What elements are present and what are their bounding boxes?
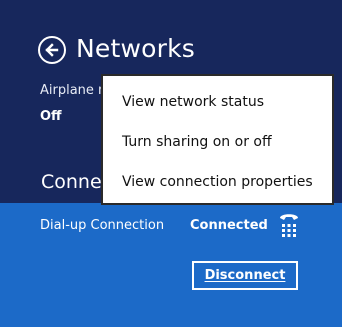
- dialup-connection-item[interactable]: Dial-up Connection Connected Disconnect: [0, 203, 342, 327]
- airplane-mode-toggle-value[interactable]: Off: [40, 108, 62, 126]
- context-menu: View network status Turn sharing on or o…: [101, 74, 334, 205]
- menu-item-view-connection-properties[interactable]: View connection properties: [103, 162, 332, 202]
- phone-icon: [280, 214, 298, 237]
- back-arrow-icon: [45, 43, 59, 57]
- back-button[interactable]: [38, 36, 66, 64]
- disconnect-button[interactable]: Disconnect: [192, 261, 298, 290]
- connection-name: Dial-up Connection: [40, 218, 165, 233]
- connection-status: Connected: [190, 218, 268, 233]
- menu-item-view-network-status[interactable]: View network status: [103, 82, 332, 122]
- menu-item-turn-sharing[interactable]: Turn sharing on or off: [103, 122, 332, 162]
- page-title: Networks: [76, 34, 196, 63]
